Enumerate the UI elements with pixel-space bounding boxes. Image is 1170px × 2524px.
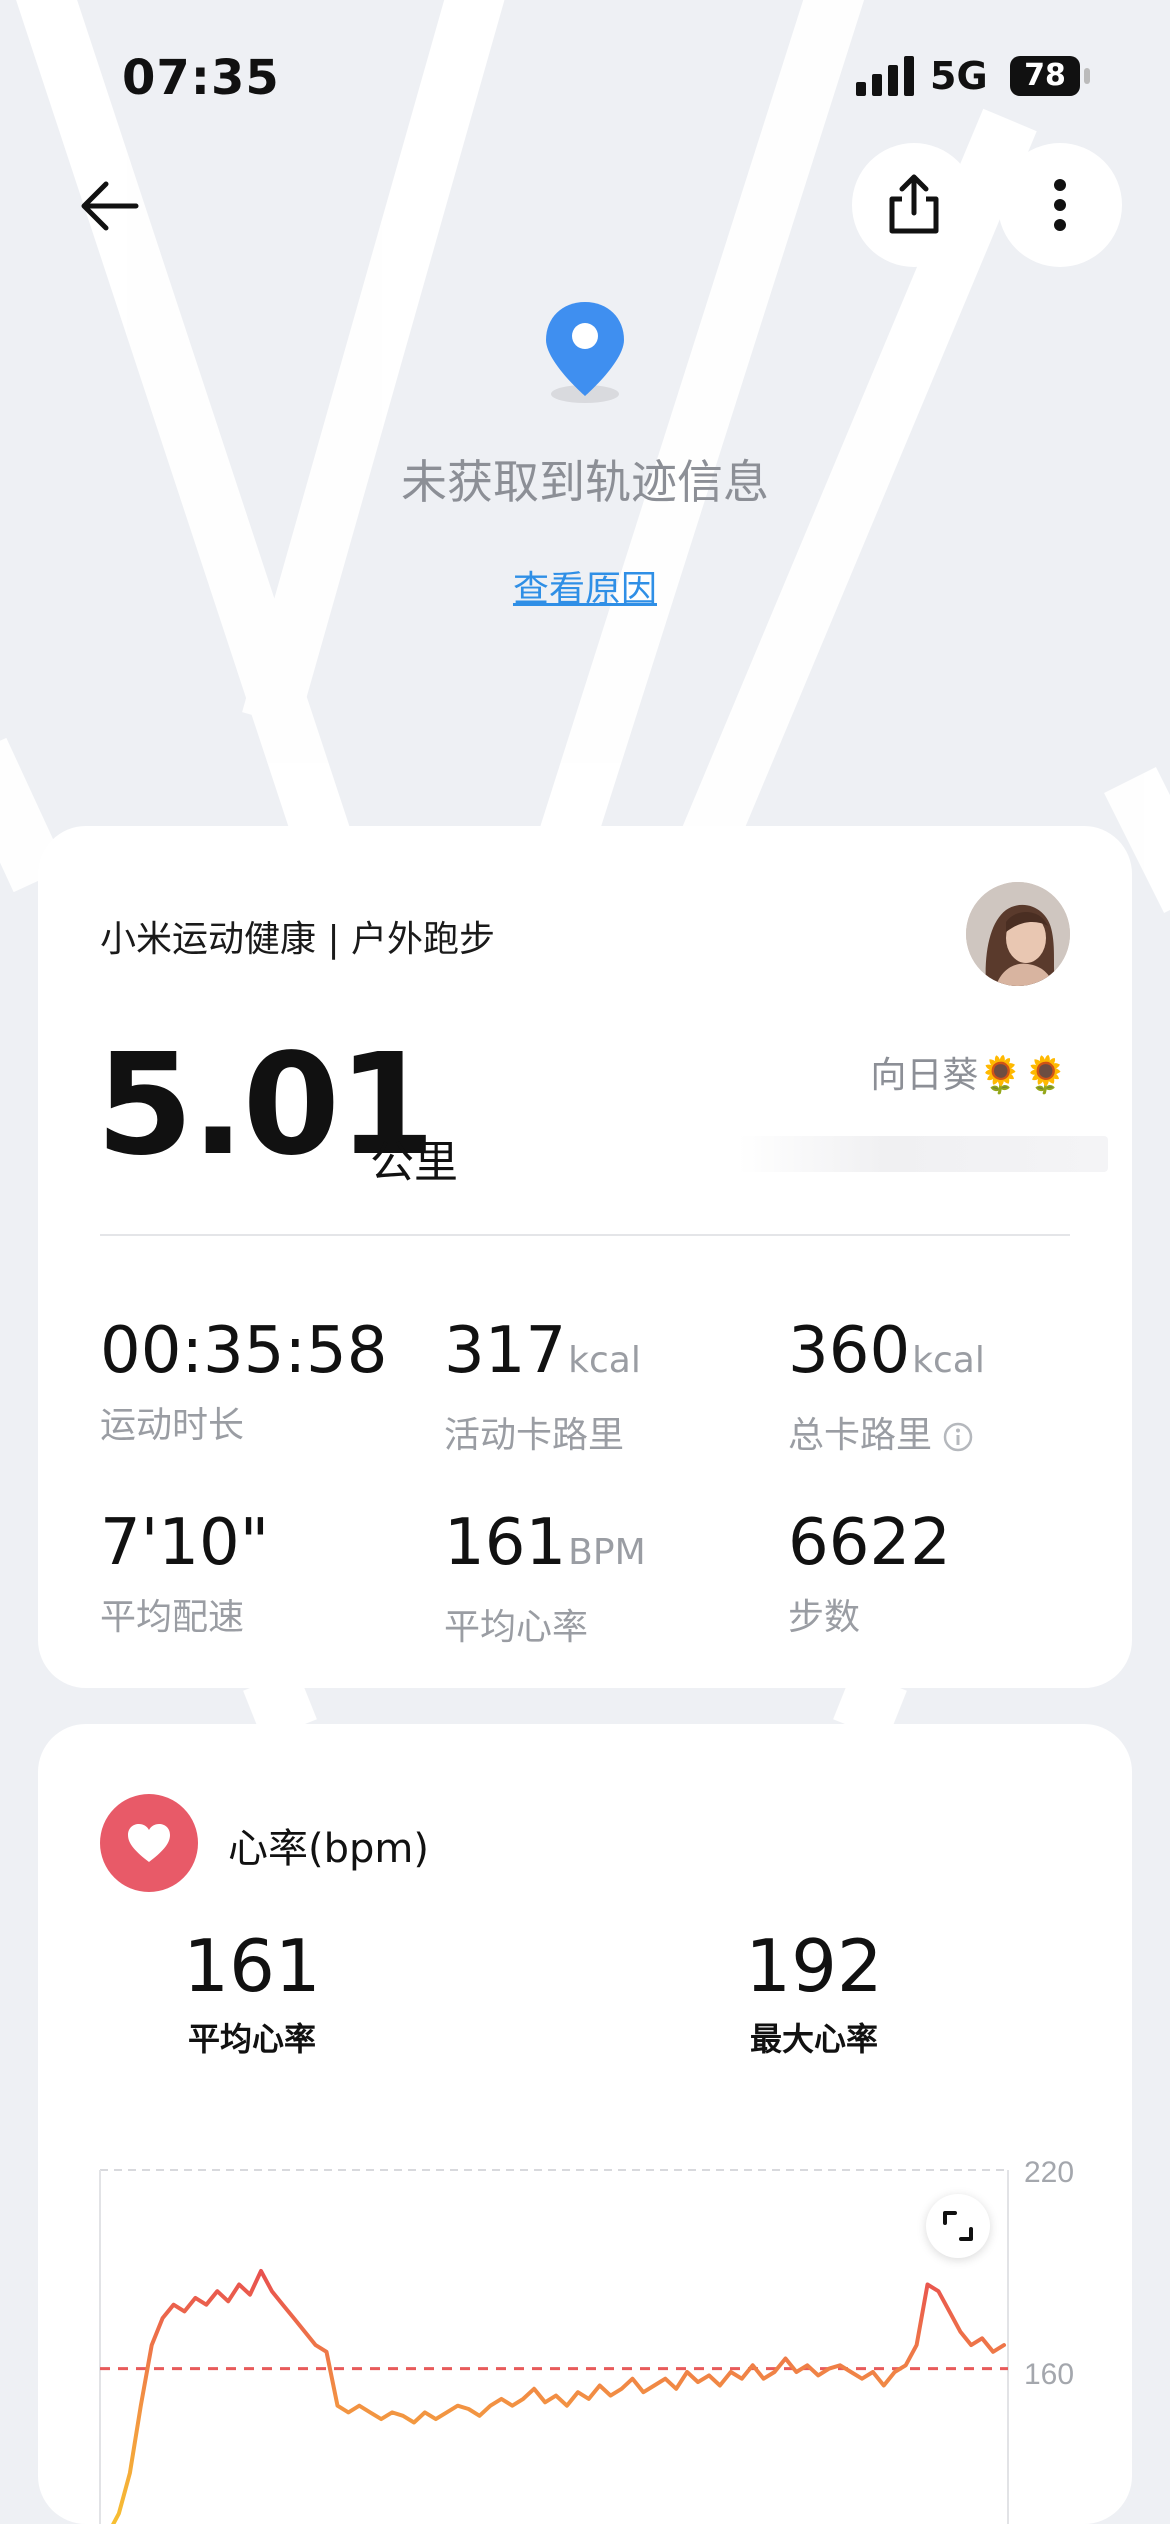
- stat-duration: 00:35:58 运动时长: [100, 1316, 387, 1448]
- share-icon: [889, 174, 939, 234]
- stat-label: 平均心率: [444, 1607, 589, 1648]
- info-icon[interactable]: [942, 1421, 974, 1453]
- stat-active-calories: 317kcal 活动卡路里: [444, 1316, 641, 1458]
- stat-total-calories: 360kcal 总卡路里: [788, 1316, 985, 1458]
- stat-label: 步数: [788, 1597, 861, 1638]
- stat-unit: kcal: [568, 1340, 641, 1381]
- workout-summary-card: 小米运动健康 | 户外跑步 5.01 公里 向日葵🌻🌻 00:35:58 运动时…: [38, 826, 1132, 1688]
- location-pin-icon: [546, 302, 624, 403]
- status-bar: 07:35 5G 78: [0, 0, 1170, 150]
- share-button[interactable]: [852, 143, 976, 267]
- distance-unit: 公里: [370, 1137, 458, 1188]
- stat-value: 317: [444, 1314, 567, 1388]
- stat-avg-heart-rate: 161BPM 平均心率: [444, 1508, 646, 1650]
- stat-value: 7'10": [100, 1506, 270, 1580]
- heart-rate-chart: 220 160: [99, 2156, 1074, 2524]
- stat-value: 360: [788, 1314, 911, 1388]
- chart-y-tick-label: 220: [1024, 2156, 1074, 2189]
- view-reason-link[interactable]: 查看原因: [0, 560, 1170, 612]
- stat-unit: BPM: [568, 1532, 646, 1573]
- stat-label: 平均配速: [100, 1597, 245, 1638]
- avatar[interactable]: [966, 882, 1070, 986]
- expand-icon: [943, 2211, 973, 2241]
- back-arrow-icon: [81, 181, 139, 231]
- back-button[interactable]: [76, 176, 144, 236]
- more-vertical-icon: [1054, 179, 1066, 231]
- signal-strength-icon: [856, 56, 914, 96]
- stat-avg-pace: 7'10" 平均配速: [100, 1508, 269, 1640]
- expand-chart-button[interactable]: [926, 2194, 990, 2258]
- stat-label: 活动卡路里: [444, 1415, 625, 1456]
- avatar-image: [966, 882, 1070, 986]
- stat-value: 00:35:58: [100, 1314, 388, 1388]
- heart-rate-card: 心率(bpm) 161 平均心率 192 最大心率 220 160: [38, 1724, 1132, 2524]
- status-time: 07:35: [122, 50, 280, 106]
- stat-label: 运动时长: [100, 1405, 245, 1446]
- stat-steps: 6622 步数: [788, 1508, 951, 1640]
- user-nickname: 向日葵🌻🌻: [870, 1055, 1068, 1096]
- stat-value: 6622: [788, 1506, 951, 1580]
- stat-label: 总卡路里: [788, 1415, 933, 1456]
- chart-y-tick-label: 160: [1024, 2358, 1074, 2391]
- network-type: 5G: [930, 54, 988, 98]
- stat-value: 161: [444, 1506, 567, 1580]
- battery-tip: [1084, 68, 1090, 84]
- blurred-text: [738, 1136, 1108, 1172]
- chart-series-line: [111, 2269, 1006, 2524]
- divider: [100, 1234, 1070, 1236]
- no-track-message: 未获取到轨迹信息: [401, 455, 769, 509]
- workout-source: 小米运动健康 | 户外跑步: [100, 919, 496, 960]
- battery-indicator: 78: [1010, 56, 1080, 96]
- more-options-button[interactable]: [998, 143, 1122, 267]
- stat-unit: kcal: [912, 1340, 985, 1381]
